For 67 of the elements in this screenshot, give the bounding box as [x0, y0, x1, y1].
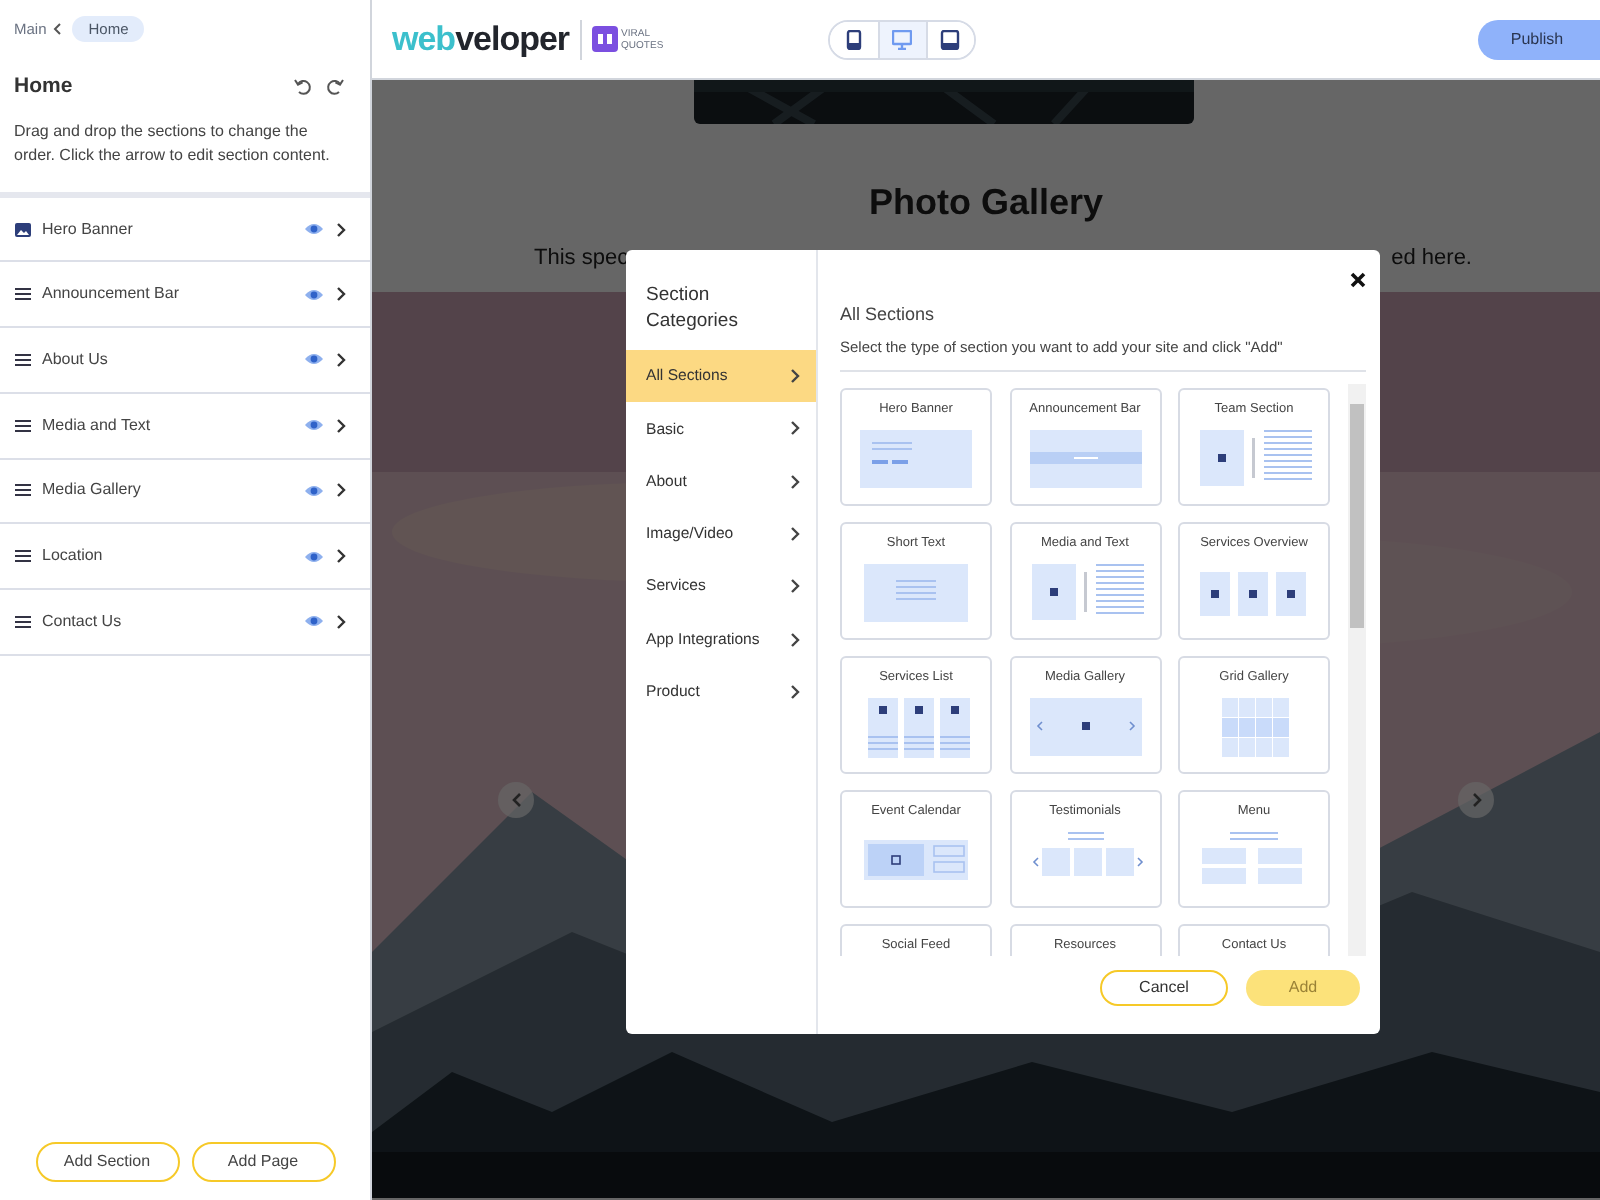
chevron-right-icon — [790, 420, 800, 437]
device-toggle[interactable] — [877, 21, 926, 57]
logo-text: webveloper — [392, 17, 570, 62]
eye-icon[interactable] — [304, 549, 324, 564]
eye-icon[interactable] — [304, 483, 324, 498]
chevron-left-icon — [511, 792, 521, 808]
section-list-item[interactable]: Hero Banner — [0, 197, 370, 263]
image-icon — [14, 221, 32, 238]
add-button[interactable]: Add Page — [191, 1142, 335, 1182]
paragraph-text: ed here. — [1391, 246, 1472, 272]
section-list-item[interactable]: About Us — [0, 328, 370, 394]
sidebar-title: Home — [14, 72, 75, 102]
chevron-right-icon[interactable] — [336, 221, 346, 238]
section-list-item[interactable]: Media and Text — [0, 393, 370, 459]
chevron-left-icon — [52, 22, 63, 36]
tablet-icon — [940, 29, 961, 49]
chevron-right-icon — [790, 683, 800, 700]
close-icon[interactable] — [1350, 272, 1366, 288]
chevron-right-icon[interactable] — [336, 482, 346, 499]
chevron-right-icon[interactable] — [336, 417, 346, 434]
section-list-item[interactable]: Announcement Bar — [0, 262, 370, 329]
scrollbar-thumb[interactable] — [1350, 404, 1364, 628]
menu-lines-icon — [14, 613, 32, 630]
modal-title: All Sections — [840, 304, 935, 326]
section-label: About Us — [42, 347, 110, 372]
section-label: Media and Text — [42, 413, 153, 438]
section-label: Location — [42, 544, 105, 569]
section-label: Announcement Bar — [42, 282, 181, 307]
chevron-right-icon[interactable] — [336, 286, 346, 303]
eye-icon[interactable] — [304, 287, 324, 302]
chevron-right-icon[interactable] — [336, 548, 346, 565]
eye-icon[interactable] — [304, 222, 324, 237]
menu-lines-icon — [14, 548, 32, 565]
chevron-right-icon[interactable] — [336, 351, 346, 368]
scrollbar-track[interactable] — [1348, 384, 1366, 956]
eye-icon[interactable] — [304, 418, 324, 433]
section-heading: Photo Gallery — [868, 180, 1104, 224]
chevron-right-icon — [790, 473, 800, 490]
eye-icon[interactable] — [304, 352, 324, 367]
mobile-icon — [843, 29, 864, 49]
categories-title: Section Categories — [644, 282, 740, 336]
menu-lines-icon — [14, 417, 32, 434]
cancel-button[interactable]: Cancel — [1100, 970, 1228, 1006]
section-list-item[interactable]: Media Gallery — [0, 459, 370, 525]
redo-icon[interactable] — [326, 78, 344, 97]
section-label: Hero Banner — [42, 217, 135, 242]
sidebar-description: Drag and drop the sections to change the order. Click the arrow to edit section content. — [12, 119, 332, 168]
chevron-right-icon — [790, 526, 800, 543]
menu-lines-icon — [14, 482, 32, 499]
section-label: Contact Us — [42, 609, 124, 634]
menu-lines-icon — [14, 286, 32, 303]
chevron-right-icon — [1471, 792, 1481, 808]
chevron-right-icon — [790, 578, 800, 595]
menu-lines-icon — [14, 351, 32, 368]
brand-logo-icon — [591, 26, 618, 52]
chevron-right-icon — [790, 368, 800, 385]
add-button[interactable]: Add Section — [35, 1142, 179, 1182]
section-label: Media Gallery — [42, 478, 143, 503]
section-list-item[interactable]: Contact Us — [0, 589, 370, 656]
chevron-right-icon[interactable] — [336, 613, 346, 630]
desktop-icon — [892, 29, 913, 49]
section-list-item[interactable]: Location — [0, 524, 370, 590]
publish-button[interactable]: Publish — [1478, 19, 1600, 59]
chevron-right-icon — [790, 631, 800, 648]
device-toggle[interactable] — [925, 21, 974, 57]
eye-icon[interactable] — [304, 614, 324, 629]
undo-icon[interactable] — [294, 78, 312, 97]
